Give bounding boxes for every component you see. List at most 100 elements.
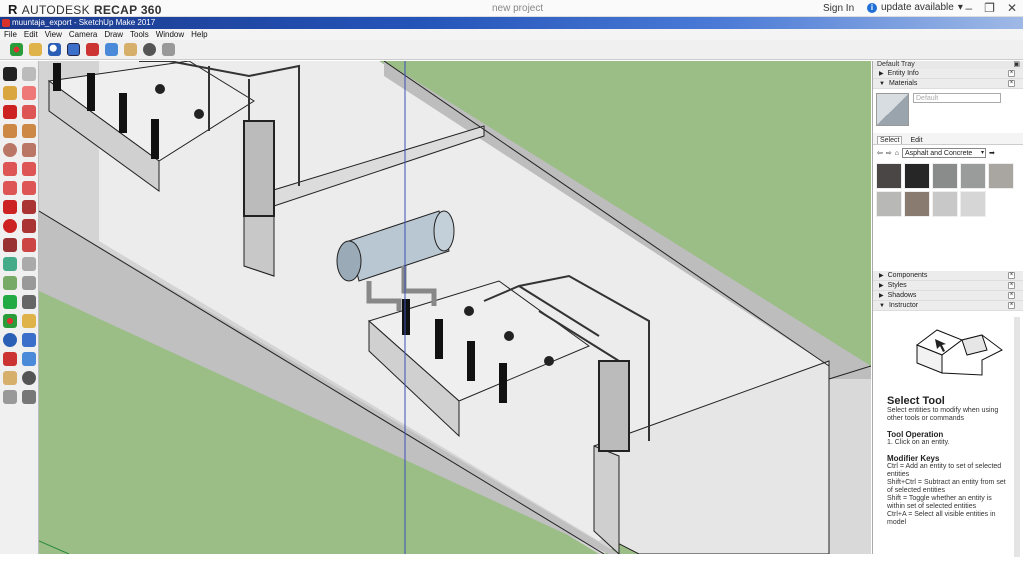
pie-icon[interactable] [22, 181, 36, 195]
position-camera-tool-icon[interactable] [3, 371, 17, 385]
protractor-icon[interactable] [3, 276, 17, 290]
panel-materials[interactable]: ▼ Materials × [873, 79, 1023, 89]
orbit-icon[interactable] [10, 43, 23, 56]
panel-styles[interactable]: ▶ Styles × [873, 281, 1023, 291]
pin-icon[interactable]: ▣ [1013, 61, 1020, 69]
pan-tool-icon[interactable] [22, 314, 36, 328]
menubar: File Edit View Camera Draw Tools Window … [0, 29, 1023, 40]
three-point-arc-icon[interactable] [3, 181, 17, 195]
pan-icon[interactable] [29, 43, 42, 56]
home-icon[interactable]: ⌂ [895, 150, 899, 157]
chevron-right-icon: ▶ [879, 71, 884, 77]
material-swatch[interactable] [932, 163, 958, 189]
circle-icon[interactable] [3, 143, 17, 157]
project-name[interactable]: new project [492, 3, 543, 14]
select-tool-icon[interactable] [3, 67, 17, 81]
tape-measure-icon[interactable] [3, 257, 17, 271]
modifier-key-shift-ctrl: Shift+Ctrl = Subtract an entity from set… [887, 479, 1006, 494]
tab-select[interactable]: Select [877, 136, 903, 144]
back-arrow-icon[interactable]: ⇦ [877, 149, 883, 157]
walk-icon[interactable] [162, 43, 175, 56]
menu-tools[interactable]: Tools [130, 29, 149, 40]
line-tool-icon[interactable] [3, 105, 17, 119]
polygon-icon[interactable] [22, 143, 36, 157]
menu-draw[interactable]: Draw [104, 29, 123, 40]
axes-icon[interactable] [3, 295, 17, 309]
close-panel-icon[interactable]: × [1008, 70, 1015, 77]
material-swatch[interactable] [960, 163, 986, 189]
update-label: update available [881, 2, 954, 13]
menu-view[interactable]: View [45, 29, 62, 40]
rotate-icon[interactable] [3, 219, 17, 233]
material-name-field[interactable]: Default [913, 93, 1001, 103]
close-panel-icon[interactable]: × [1008, 272, 1015, 279]
material-swatch[interactable] [960, 191, 986, 217]
instructor-modifier-heading: Modifier Keys [887, 454, 940, 463]
close-panel-icon[interactable]: × [1008, 282, 1015, 289]
menu-edit[interactable]: Edit [24, 29, 38, 40]
close-panel-icon[interactable]: × [1008, 80, 1015, 87]
material-swatch[interactable] [988, 163, 1014, 189]
text-icon[interactable] [22, 276, 36, 290]
paint-bucket-icon[interactable] [3, 86, 17, 100]
zoom-tool-icon[interactable] [3, 333, 17, 347]
make-component-icon[interactable] [22, 67, 36, 81]
rotated-rectangle-icon[interactable] [22, 124, 36, 138]
zoom-extents-tool-icon[interactable] [3, 352, 17, 366]
update-available-menu[interactable]: i update available ▾ [867, 2, 963, 13]
details-arrow-icon[interactable]: ➡ [989, 149, 995, 157]
dimension-icon[interactable] [22, 257, 36, 271]
zoom-window-tool-icon[interactable] [22, 333, 36, 347]
material-collection-select[interactable]: Asphalt and Concrete ▾ [901, 148, 986, 158]
eraser-icon[interactable] [22, 86, 36, 100]
minimize-icon[interactable]: – [965, 1, 972, 15]
panel-shadows[interactable]: ▶ Shadows × [873, 291, 1023, 301]
sign-in-link[interactable]: Sign In [823, 3, 854, 14]
previous-view-icon[interactable] [105, 43, 118, 56]
panel-instructor[interactable]: ▼ Instructor × [873, 301, 1023, 311]
instructor-scrollbar[interactable] [1014, 317, 1020, 557]
forward-arrow-icon[interactable]: ⇨ [886, 149, 892, 157]
menu-camera[interactable]: Camera [69, 29, 97, 40]
follow-me-icon[interactable] [22, 219, 36, 233]
scale-icon[interactable] [3, 238, 17, 252]
material-swatch[interactable] [904, 191, 930, 217]
autodesk-brand: AUTODESK [21, 2, 90, 17]
arc-icon[interactable] [3, 162, 17, 176]
model-viewport[interactable] [39, 61, 871, 554]
freehand-icon[interactable] [22, 105, 36, 119]
3d-text-icon[interactable] [22, 295, 36, 309]
two-point-arc-icon[interactable] [22, 162, 36, 176]
zoom-extents-icon[interactable] [86, 43, 99, 56]
close-icon[interactable]: ✕ [1007, 1, 1017, 15]
panel-entity-info[interactable]: ▶ Entity Info × [873, 69, 1023, 79]
close-panel-icon[interactable]: × [1008, 302, 1015, 309]
menu-file[interactable]: File [4, 29, 17, 40]
material-swatch[interactable] [932, 191, 958, 217]
menu-window[interactable]: Window [156, 29, 184, 40]
maximize-icon[interactable]: ❐ [984, 1, 995, 15]
offset-icon[interactable] [22, 238, 36, 252]
move-icon[interactable] [3, 200, 17, 214]
section-plane-icon[interactable] [22, 390, 36, 404]
tab-edit[interactable]: Edit [908, 137, 924, 144]
material-swatch[interactable] [904, 163, 930, 189]
walk-tool-icon[interactable] [3, 390, 17, 404]
position-camera-icon[interactable] [124, 43, 137, 56]
panel-label: Materials [888, 80, 918, 87]
current-material-swatch[interactable] [876, 93, 909, 126]
material-swatch[interactable] [876, 163, 902, 189]
rectangle-icon[interactable] [3, 124, 17, 138]
zoom-icon[interactable] [48, 43, 61, 56]
panel-components[interactable]: ▶ Components × [873, 271, 1023, 281]
zoom-window-icon[interactable] [67, 43, 80, 56]
large-tool-set [0, 61, 39, 554]
look-around-tool-icon[interactable] [22, 371, 36, 385]
previous-icon[interactable] [22, 352, 36, 366]
orbit-tool-icon[interactable] [3, 314, 17, 328]
look-around-icon[interactable] [143, 43, 156, 56]
push-pull-icon[interactable] [22, 200, 36, 214]
menu-help[interactable]: Help [191, 29, 207, 40]
close-panel-icon[interactable]: × [1008, 292, 1015, 299]
material-swatch[interactable] [876, 191, 902, 217]
